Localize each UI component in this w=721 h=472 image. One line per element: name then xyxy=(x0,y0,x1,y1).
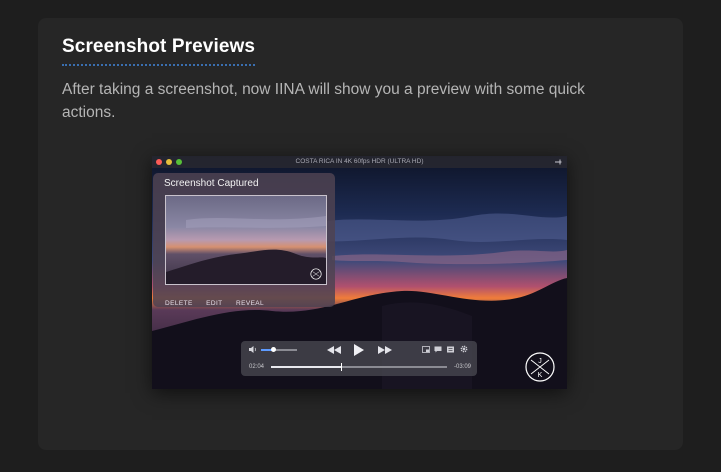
subtitle-icon[interactable] xyxy=(434,346,442,353)
screenshot-preview-popup: Screenshot Captured DELETE EDIT REVEAL xyxy=(153,173,335,307)
screenshot-thumbnail[interactable] xyxy=(165,195,327,285)
preview-title: Screenshot Captured xyxy=(164,178,259,189)
logo-letter-k: K xyxy=(538,372,543,379)
progress-bar[interactable] xyxy=(271,363,447,371)
progress-played xyxy=(271,366,342,368)
pip-icon[interactable] xyxy=(422,346,430,353)
volume-knob[interactable] xyxy=(271,347,277,352)
player-window: COSTA RICA IN 4K 60fps HDR (ULTRA HD) Sc… xyxy=(152,156,567,389)
jk-logo-icon: J K xyxy=(525,352,555,382)
logo-letter-j: J xyxy=(538,358,542,365)
preview-actions: DELETE EDIT REVEAL xyxy=(165,292,273,310)
section-description: After taking a screenshot, now IINA will… xyxy=(62,81,585,121)
feature-card: Screenshot Previews After taking a scree… xyxy=(38,18,683,450)
pin-icon[interactable] xyxy=(554,158,562,166)
section-title: Screenshot Previews xyxy=(62,36,256,66)
volume-icon[interactable] xyxy=(249,346,258,353)
elapsed-time: 02:04 xyxy=(249,364,265,370)
thumbnail-image xyxy=(166,196,326,284)
remaining-time: -03:09 xyxy=(453,364,471,370)
playback-controls: 02:04 -03:09 xyxy=(241,341,477,376)
watermark-logo-icon xyxy=(310,268,322,280)
delete-button[interactable]: DELETE xyxy=(165,300,193,307)
volume-slider[interactable] xyxy=(261,347,297,352)
title-bar: COSTA RICA IN 4K 60fps HDR (ULTRA HD) xyxy=(152,156,567,168)
reveal-button[interactable]: REVEAL xyxy=(236,300,264,307)
window-title: COSTA RICA IN 4K 60fps HDR (ULTRA HD) xyxy=(295,158,424,165)
edit-button[interactable]: EDIT xyxy=(206,300,222,307)
playlist-icon[interactable] xyxy=(447,346,455,353)
play-icon[interactable] xyxy=(353,344,365,356)
settings-icon[interactable] xyxy=(460,345,468,353)
fast-forward-icon[interactable] xyxy=(378,346,392,354)
rewind-icon[interactable] xyxy=(327,346,341,354)
progress-knob[interactable] xyxy=(340,363,343,371)
